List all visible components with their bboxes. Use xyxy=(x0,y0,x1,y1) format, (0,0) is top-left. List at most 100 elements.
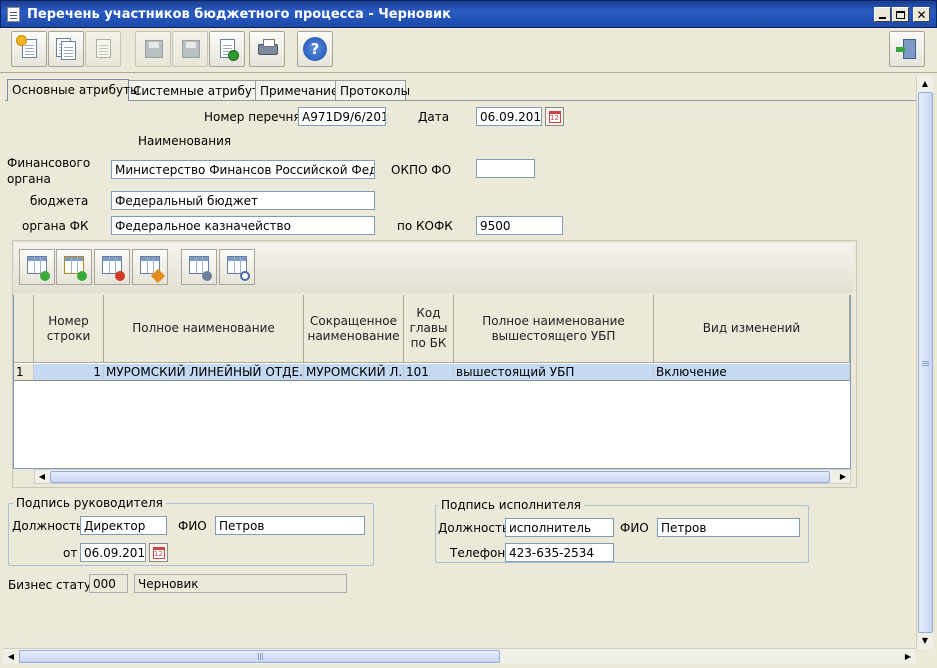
table-cell[interactable]: Включение xyxy=(654,364,850,381)
table-cell[interactable]: вышестоящий УБП xyxy=(454,364,654,381)
scroll-left-icon[interactable]: ◀ xyxy=(4,650,18,663)
fin-org-label: Финансового органа xyxy=(7,156,91,186)
edit-row-button[interactable] xyxy=(132,249,168,285)
new-document-icon xyxy=(17,36,39,60)
scroll-right-icon[interactable]: ▶ xyxy=(901,650,915,663)
scroll-right-icon[interactable]: ▶ xyxy=(836,470,850,483)
tab-system-attributes[interactable]: Системные атрибуты xyxy=(128,80,268,101)
row-index-cell[interactable]: 1 xyxy=(14,364,34,381)
manager-fio-field[interactable]: Петров xyxy=(215,516,365,535)
table-cell[interactable]: 101 xyxy=(404,364,454,381)
approve-document-button[interactable] xyxy=(209,31,245,67)
print-icon xyxy=(257,38,278,60)
document-icon xyxy=(7,7,20,22)
fk-label: органа ФК xyxy=(22,219,89,233)
manager-position-field[interactable]: Директор xyxy=(80,516,167,535)
documents-button[interactable] xyxy=(85,31,121,67)
horizontal-scroll-thumb[interactable] xyxy=(19,650,500,663)
list-number-label: Номер перечня xyxy=(204,110,301,124)
table-cell[interactable]: МУРОМСКИЙ Л... xyxy=(304,364,404,381)
kofk-field[interactable]: 9500 xyxy=(476,216,563,235)
copy-document-icon xyxy=(56,38,76,60)
budget-label: бюджета xyxy=(30,194,89,208)
executor-signature-title: Подпись исполнителя xyxy=(438,498,584,512)
horizontal-scrollbar[interactable]: ◀ ▶ xyxy=(3,648,916,664)
names-label: Наименования xyxy=(138,134,232,148)
add-row-icon xyxy=(27,256,50,281)
close-button[interactable]: ✕ xyxy=(913,7,930,22)
minimize-icon xyxy=(879,16,886,19)
business-status-name: Черновик xyxy=(134,574,347,593)
budget-field[interactable]: Федеральный бюджет xyxy=(111,191,375,210)
save-icon xyxy=(143,38,163,60)
table-cell[interactable]: МУРОМСКИЙ ЛИНЕЙНЫЙ ОТДЕ... xyxy=(104,364,304,381)
manager-date-field[interactable]: 06.09.2010 xyxy=(80,543,146,562)
date-field[interactable]: 06.09.2010 xyxy=(476,107,542,126)
find-table-button[interactable] xyxy=(219,249,255,285)
column-header[interactable]: Полное наименование вышестоящего УБП xyxy=(454,295,654,363)
maximize-icon xyxy=(896,10,905,19)
tab-main-attributes[interactable]: Основные атрибуты xyxy=(7,79,140,101)
manager-date-calendar-button[interactable]: 12 xyxy=(149,543,168,562)
column-header[interactable]: Сокращенное наименование xyxy=(304,295,404,363)
kofk-label: по КОФК xyxy=(397,219,453,233)
executor-phone-field[interactable]: 423-635-2534 xyxy=(505,543,614,562)
scroll-down-icon[interactable]: ▼ xyxy=(918,634,932,647)
find-table-icon xyxy=(227,256,250,281)
okpo-field[interactable] xyxy=(476,159,535,178)
table-cell[interactable]: 1 xyxy=(34,364,104,381)
column-header[interactable]: Полное наименование xyxy=(104,295,304,363)
help-button[interactable]: ? xyxy=(297,31,333,67)
manager-fio-label: ФИО xyxy=(178,519,207,533)
fin-org-field[interactable]: Министерство Финансов Российской Федерац xyxy=(111,160,375,179)
business-status-label: Бизнес статус xyxy=(8,578,98,592)
scroll-left-icon[interactable]: ◀ xyxy=(35,470,49,483)
column-header[interactable]: Вид изменений xyxy=(654,295,850,363)
save-close-button[interactable] xyxy=(172,31,208,67)
executor-position-label: Должность xyxy=(438,521,510,535)
delete-row-icon xyxy=(102,256,125,281)
okpo-label: ОКПО ФО xyxy=(391,163,452,177)
save-button[interactable] xyxy=(135,31,171,67)
vertical-scroll-thumb[interactable] xyxy=(918,92,933,633)
title-bar: Перечень участников бюджетного процесса … xyxy=(0,0,937,28)
grid-scroll-thumb[interactable] xyxy=(50,471,830,483)
date-calendar-button[interactable]: 12 xyxy=(545,107,564,126)
copy-document-button[interactable] xyxy=(48,31,84,67)
save-close-icon xyxy=(180,38,200,60)
tab-protocols[interactable]: Протоколы xyxy=(335,80,410,101)
close-icon: ✕ xyxy=(916,7,927,22)
executor-fio-label: ФИО xyxy=(620,521,649,535)
column-header[interactable]: Код главы по БК xyxy=(404,295,454,363)
delete-row-button[interactable] xyxy=(94,249,130,285)
manager-date-label: от xyxy=(63,546,78,560)
calendar-icon: 12 xyxy=(152,546,165,559)
fk-field[interactable]: Федеральное казначейство xyxy=(111,216,375,235)
exit-icon xyxy=(896,38,917,60)
settings-table-button[interactable] xyxy=(181,249,217,285)
manager-position-label: Должность xyxy=(12,519,84,533)
column-header[interactable]: Номер строки xyxy=(34,295,104,363)
executor-position-field[interactable]: исполнитель xyxy=(505,518,614,537)
vertical-scrollbar[interactable]: ▲ ▼ xyxy=(916,76,933,649)
executor-phone-label: Телефон xyxy=(450,546,506,560)
maximize-button[interactable] xyxy=(892,7,909,22)
tab-note[interactable]: Примечание xyxy=(255,80,338,101)
grid-horizontal-scrollbar[interactable]: ◀ ▶ xyxy=(34,469,851,484)
list-number-field[interactable]: A971D9/6/2010 xyxy=(298,107,386,126)
copy-row-button[interactable] xyxy=(56,249,92,285)
main-toolbar: ? xyxy=(0,28,937,73)
add-row-button[interactable] xyxy=(19,249,55,285)
calendar-icon: 12 xyxy=(548,110,561,123)
exit-button[interactable] xyxy=(889,31,925,67)
executor-fio-field[interactable]: Петров xyxy=(657,518,800,537)
row-index-header xyxy=(14,295,34,363)
new-document-button[interactable] xyxy=(11,31,47,67)
window-title: Перечень участников бюджетного процесса … xyxy=(27,7,451,22)
minimize-button[interactable] xyxy=(874,7,891,22)
edit-row-icon xyxy=(140,256,166,284)
settings-table-icon xyxy=(189,256,212,281)
scroll-up-icon[interactable]: ▲ xyxy=(918,77,932,90)
business-status-code: 000 xyxy=(89,574,128,593)
print-button[interactable] xyxy=(249,31,285,67)
